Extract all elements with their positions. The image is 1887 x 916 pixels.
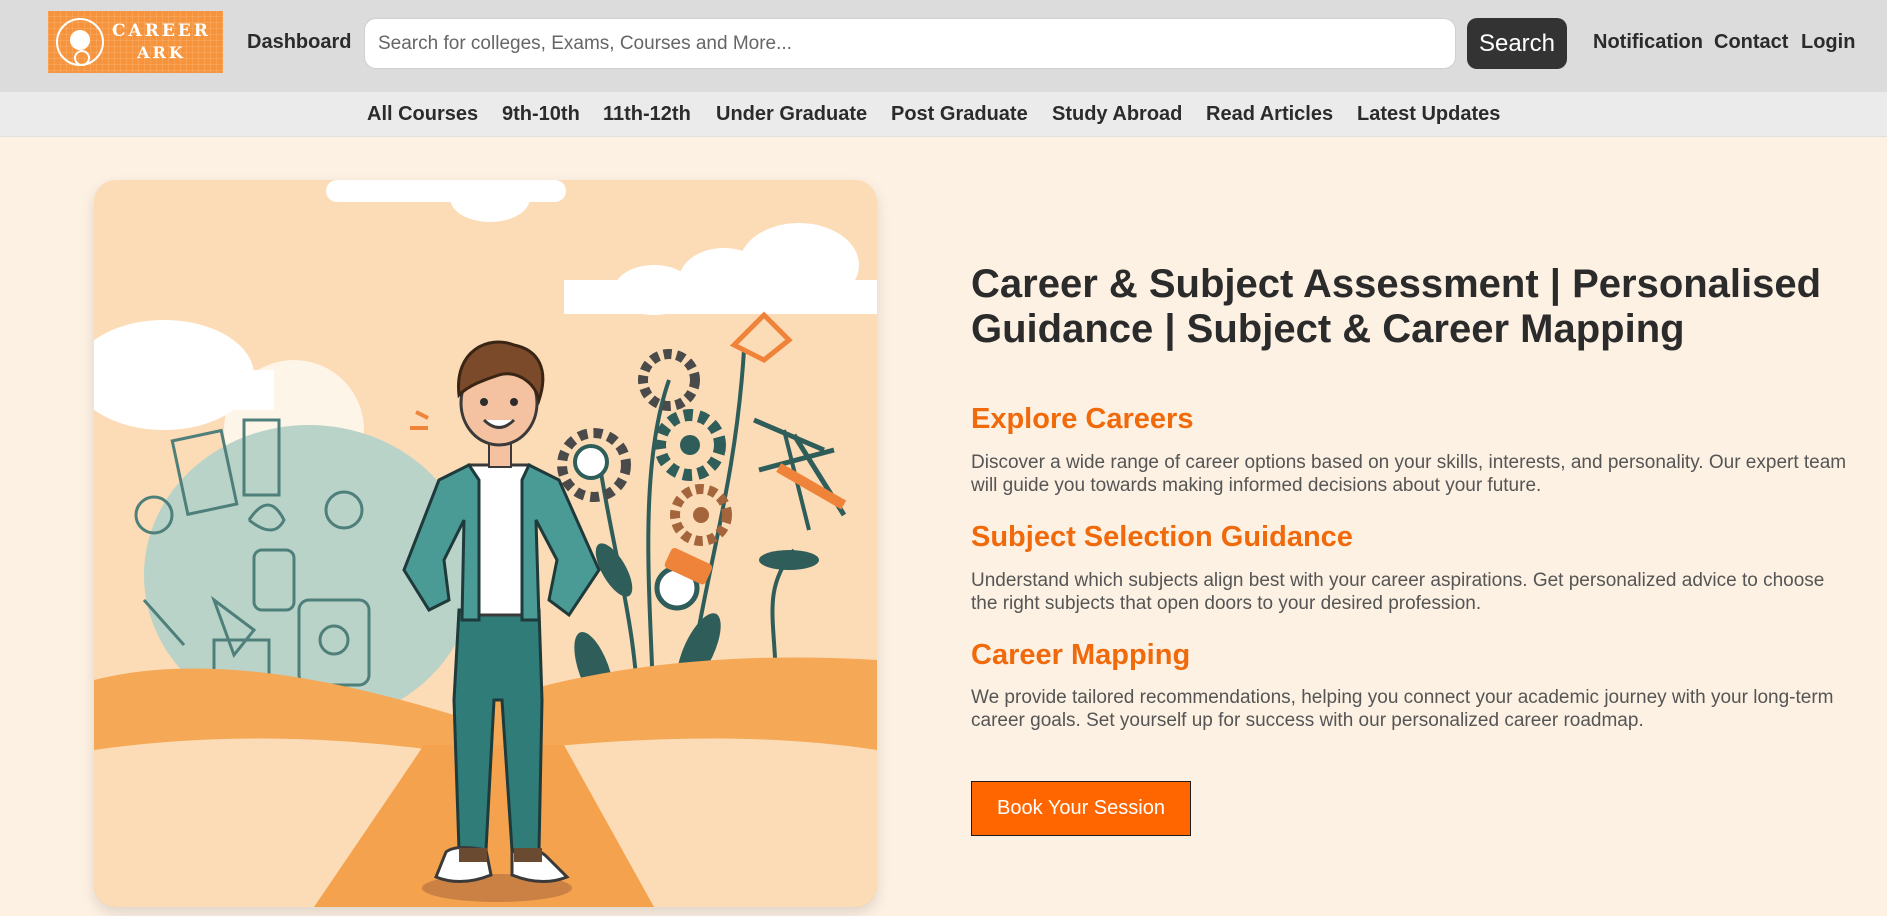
notification-link[interactable]: Notification: [1593, 31, 1703, 54]
nav-11th-12th[interactable]: 11th-12th: [603, 103, 691, 126]
login-link[interactable]: Login: [1801, 31, 1855, 54]
nav-latest-updates[interactable]: Latest Updates: [1357, 103, 1500, 126]
category-nav: All Courses 9th-10th 11th-12th Under Gra…: [0, 92, 1887, 137]
contact-link[interactable]: Contact: [1714, 31, 1788, 54]
career-ark-logo[interactable]: CAREER ARK: [48, 11, 223, 73]
nav-9th-10th[interactable]: 9th-10th: [502, 103, 580, 126]
book-session-button[interactable]: Book Your Session: [971, 781, 1191, 836]
hero-illustration: [94, 180, 877, 907]
career-mapping-text: We provide tailored recommendations, hel…: [971, 687, 1834, 731]
search-input[interactable]: [364, 18, 1456, 69]
page-title: Career & Subject Assessment | Personalis…: [971, 262, 1822, 351]
career-mapping-title: Career Mapping: [971, 639, 1191, 671]
nav-post-graduate[interactable]: Post Graduate: [891, 103, 1028, 126]
nav-under-graduate[interactable]: Under Graduate: [716, 103, 867, 126]
astronaut-icon: [56, 18, 104, 66]
student-career-illustration: [94, 180, 877, 907]
logo-text: CAREER ARK: [112, 20, 211, 64]
subject-selection-text: Understand which subjects align best wit…: [971, 570, 1825, 614]
top-header: CAREER ARK Dashboard Search Notification…: [0, 0, 1887, 92]
dashboard-link[interactable]: Dashboard: [247, 31, 351, 54]
subject-selection-title: Subject Selection Guidance: [971, 521, 1353, 553]
nav-all-courses[interactable]: All Courses: [367, 103, 478, 126]
nav-read-articles[interactable]: Read Articles: [1206, 103, 1333, 126]
explore-careers-title: Explore Careers: [971, 403, 1194, 435]
explore-careers-text: Discover a wide range of career options …: [971, 452, 1847, 496]
search-button[interactable]: Search: [1467, 18, 1567, 69]
logo-line1: CAREER: [112, 21, 211, 41]
logo-line2: ARK: [137, 43, 186, 62]
nav-study-abroad[interactable]: Study Abroad: [1052, 103, 1182, 126]
